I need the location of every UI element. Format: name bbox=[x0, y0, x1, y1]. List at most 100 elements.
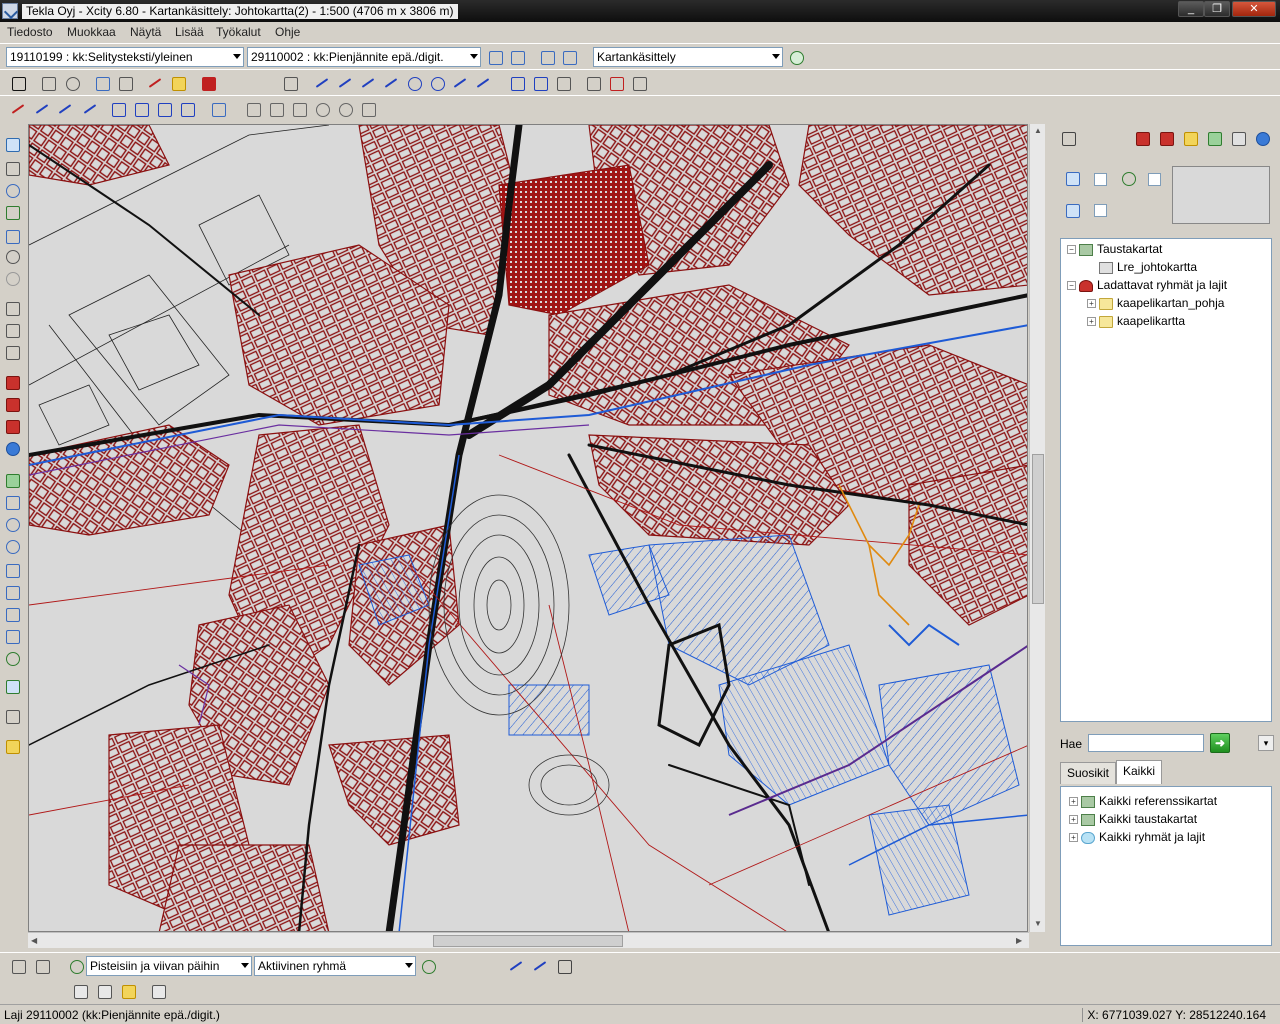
node-icon[interactable] bbox=[507, 73, 527, 93]
snap-mode-combo[interactable]: Pisteisiin ja viivan päihin bbox=[86, 956, 252, 976]
image-layer-icon[interactable] bbox=[1062, 200, 1082, 220]
settings-icon[interactable] bbox=[1228, 128, 1248, 148]
tree-item-referenssikartat[interactable]: + Kaikki referenssikartat bbox=[1069, 793, 1217, 809]
scroll-left-icon[interactable]: ◀ bbox=[31, 936, 37, 945]
edit-properties-icon[interactable] bbox=[1062, 168, 1082, 188]
point-icon[interactable] bbox=[198, 73, 218, 93]
offset-line-icon[interactable] bbox=[381, 73, 401, 93]
snap-gear-icon[interactable] bbox=[335, 99, 355, 119]
checkbox-2[interactable] bbox=[1148, 173, 1161, 186]
help-icon[interactable] bbox=[1252, 128, 1272, 148]
move-node-icon[interactable] bbox=[530, 73, 550, 93]
snap-lock-icon[interactable] bbox=[358, 99, 378, 119]
dimension-1-icon[interactable] bbox=[32, 99, 52, 119]
point-1-icon[interactable] bbox=[108, 99, 128, 119]
chevron-down-icon[interactable] bbox=[405, 963, 413, 968]
menu-ohje[interactable]: Ohje bbox=[275, 25, 300, 39]
scroll-right-icon[interactable]: ▶ bbox=[1016, 936, 1022, 945]
undo-icon[interactable] bbox=[2, 246, 22, 266]
layer-settings-icon[interactable] bbox=[537, 47, 557, 67]
zoom-all-icon[interactable] bbox=[2, 582, 22, 602]
search-input[interactable] bbox=[1088, 734, 1204, 752]
refresh-icon[interactable] bbox=[1118, 168, 1138, 188]
maximize-button[interactable]: ❐ bbox=[1204, 1, 1230, 17]
polyline-icon[interactable] bbox=[335, 73, 355, 93]
properties-icon[interactable] bbox=[485, 47, 505, 67]
collapse-toggle[interactable]: − bbox=[1067, 245, 1076, 255]
tree-item-ryhmat-lajit[interactable]: + Kaikki ryhmät ja lajit bbox=[1069, 829, 1205, 845]
grid-icon[interactable] bbox=[2, 706, 22, 726]
spline-icon[interactable] bbox=[450, 73, 470, 93]
map-horizontal-scrollbar[interactable]: ◀ ▶ bbox=[28, 932, 1029, 948]
map-canvas[interactable] bbox=[28, 124, 1028, 932]
chevron-down-icon[interactable] bbox=[241, 963, 249, 968]
point-4-icon[interactable] bbox=[177, 99, 197, 119]
tab-suosikit[interactable]: Suosikit bbox=[1060, 762, 1117, 784]
dimension-2-icon[interactable] bbox=[55, 99, 75, 119]
checkbox-1[interactable] bbox=[1094, 173, 1107, 186]
folder-icon[interactable] bbox=[118, 981, 138, 1001]
point-3-icon[interactable] bbox=[154, 99, 174, 119]
trace-clear-icon[interactable] bbox=[554, 956, 574, 976]
extend-icon[interactable] bbox=[629, 73, 649, 93]
area-measure-icon[interactable] bbox=[553, 73, 573, 93]
print-icon[interactable] bbox=[148, 981, 168, 1001]
tree-item-ladattavat[interactable]: − Ladattavat ryhmät ja lajit bbox=[1067, 277, 1227, 293]
arrow-icon[interactable] bbox=[145, 73, 165, 93]
close-button[interactable]: ✕ bbox=[1232, 1, 1276, 17]
redraw-icon[interactable] bbox=[2, 648, 22, 668]
chevron-down-icon[interactable] bbox=[233, 54, 241, 59]
zoom-box-icon[interactable] bbox=[2, 626, 22, 646]
snap-settings-icon[interactable] bbox=[66, 956, 86, 976]
tree-item-taustakartat[interactable]: − Taustakartat bbox=[1067, 241, 1162, 257]
red-cube-edit-icon[interactable] bbox=[1156, 128, 1176, 148]
tab-kaikki[interactable]: Kaikki bbox=[1116, 760, 1163, 784]
shape-icon[interactable] bbox=[2, 320, 22, 340]
select-area-icon[interactable] bbox=[2, 134, 22, 154]
arc-icon[interactable] bbox=[427, 73, 447, 93]
snap-angle-icon[interactable] bbox=[266, 99, 286, 119]
collapse-panel-icon[interactable] bbox=[1058, 128, 1078, 148]
split-icon[interactable] bbox=[583, 73, 603, 93]
gear-icon[interactable] bbox=[2, 180, 22, 200]
red-cube-icon[interactable] bbox=[1132, 128, 1152, 148]
text-icon[interactable] bbox=[38, 73, 58, 93]
chevron-down-icon[interactable] bbox=[772, 54, 780, 59]
expand-toggle[interactable]: + bbox=[1087, 317, 1096, 327]
measure-icon[interactable] bbox=[115, 73, 135, 93]
expand-toggle[interactable]: + bbox=[1087, 299, 1096, 309]
delete-icon[interactable] bbox=[8, 73, 28, 93]
minimize-button[interactable]: _ bbox=[1178, 1, 1204, 17]
pointer-icon[interactable] bbox=[2, 158, 22, 178]
vertical-scroll-thumb[interactable] bbox=[1032, 454, 1044, 604]
image-icon[interactable] bbox=[92, 73, 112, 93]
map-vertical-scrollbar[interactable]: ▲ ▼ bbox=[1029, 124, 1045, 932]
expand-toggle[interactable]: + bbox=[1069, 833, 1078, 843]
zoom-window-icon[interactable] bbox=[2, 604, 22, 624]
note-icon[interactable] bbox=[2, 736, 22, 756]
tree-item-taustakartat-all[interactable]: + Kaikki taustakartat bbox=[1069, 811, 1197, 827]
menu-tiedosto[interactable]: Tiedosto bbox=[7, 25, 53, 39]
dimension-3-icon[interactable] bbox=[80, 99, 100, 119]
snap-cross-icon[interactable] bbox=[289, 99, 309, 119]
trace-line-icon[interactable] bbox=[506, 956, 526, 976]
layer-list-icon[interactable] bbox=[559, 47, 579, 67]
area-icon[interactable] bbox=[280, 73, 300, 93]
dimension-icon[interactable] bbox=[8, 99, 28, 119]
mode-combo[interactable]: Kartankäsittely bbox=[593, 47, 783, 67]
refresh-map-icon[interactable] bbox=[786, 47, 806, 67]
menu-muokkaa[interactable]: Muokkaa bbox=[67, 25, 116, 39]
collapse-toggle[interactable]: − bbox=[1067, 281, 1076, 291]
symbol-icon[interactable] bbox=[168, 73, 188, 93]
snap-icon[interactable] bbox=[243, 99, 263, 119]
scroll-up-icon[interactable]: ▲ bbox=[1034, 126, 1042, 135]
rectangle-icon[interactable] bbox=[2, 342, 22, 362]
menu-nayta[interactable]: Näytä bbox=[130, 25, 161, 39]
map-icon[interactable] bbox=[2, 470, 22, 490]
document-icon[interactable] bbox=[70, 981, 90, 1001]
red-cube-add-icon[interactable] bbox=[2, 394, 22, 414]
feature-type-combo[interactable]: 29110002 : kk:Pienjännite epä./digit. bbox=[247, 47, 481, 67]
checkbox-3[interactable] bbox=[1094, 204, 1107, 217]
expand-toggle[interactable]: + bbox=[1069, 815, 1078, 825]
horizontal-scroll-thumb[interactable] bbox=[433, 935, 623, 947]
